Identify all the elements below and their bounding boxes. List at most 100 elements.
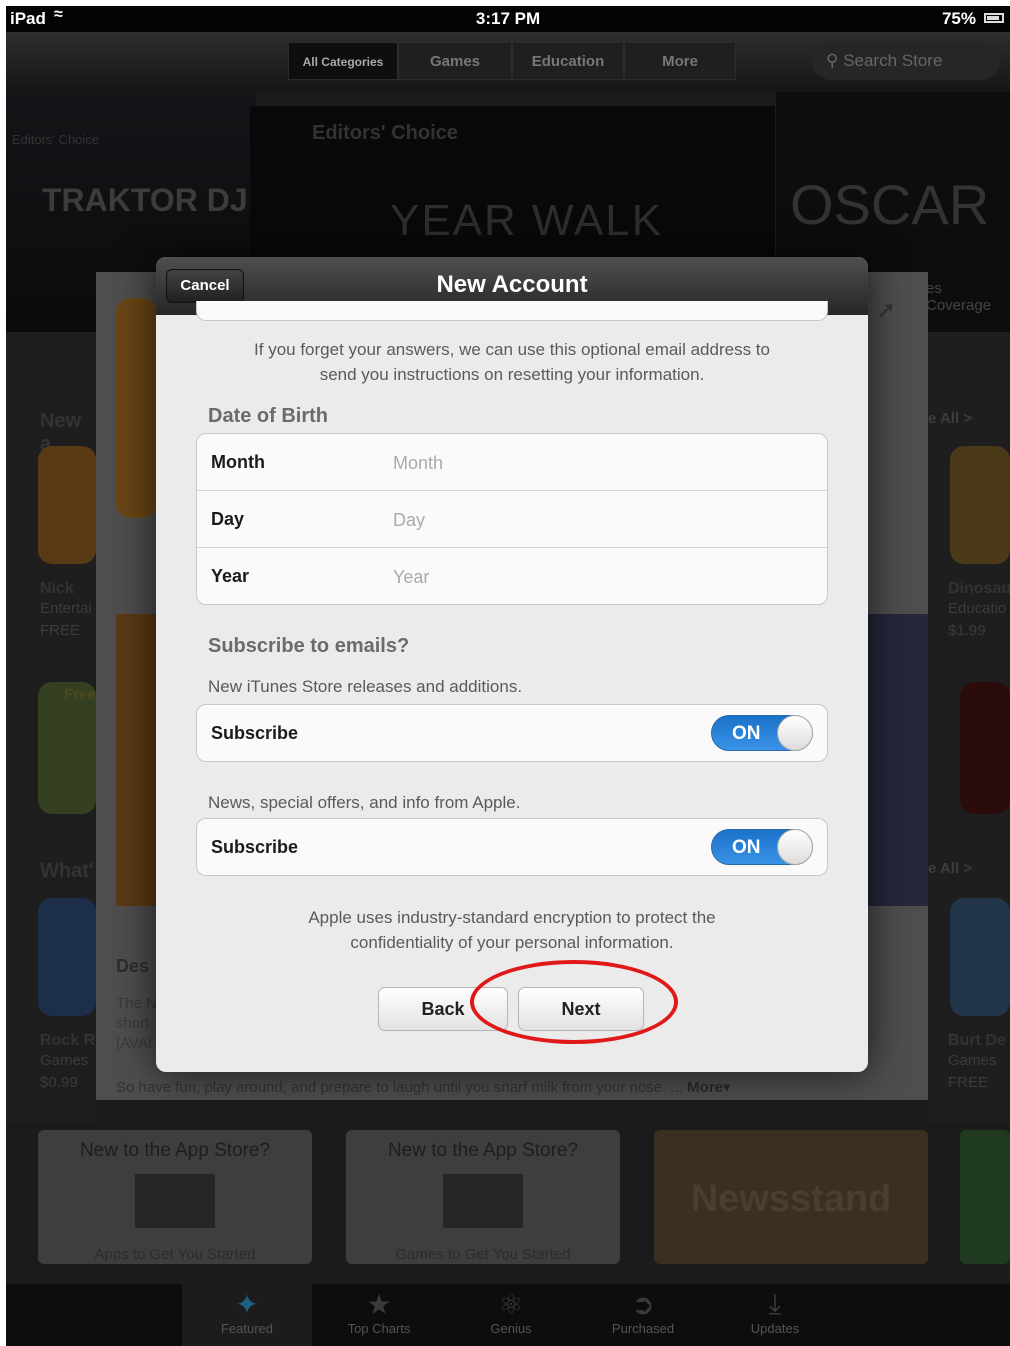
left-background-column: New a Nick Entertai FREE Free What' Rock… xyxy=(6,332,96,1122)
banner-editors-choice-title: Editors' Choice xyxy=(312,122,458,144)
privacy-line-1: Apple uses industry-standard encryption … xyxy=(308,908,716,927)
day-field[interactable] xyxy=(391,505,795,535)
email-help-line-1: If you forget your answers, we can use t… xyxy=(254,340,770,359)
whats-section-label: What' xyxy=(40,860,94,882)
battery-icon xyxy=(984,13,1004,23)
tab-top-charts[interactable]: ★ Top Charts xyxy=(314,1284,444,1346)
more-chevron-icon: ▾ xyxy=(723,1079,731,1096)
banner-year-walk-title: YEAR WALK xyxy=(390,196,664,245)
featured-icon: ✦ xyxy=(235,1289,259,1320)
see-all-link-1[interactable]: e All > xyxy=(928,410,972,427)
tab-genius[interactable]: ⚛ Genius xyxy=(446,1284,576,1346)
app-icon-dinosaur[interactable] xyxy=(950,446,1010,564)
promo-newsstand[interactable]: Newsstand xyxy=(654,1130,928,1264)
promo-games-image xyxy=(443,1174,523,1228)
free-tag: Free xyxy=(64,686,96,703)
app-name-dinosaur: Dinosau xyxy=(948,580,1010,597)
promo-games-subtitle: Games to Get You Started xyxy=(395,1246,571,1263)
tab-purchased-label: Purchased xyxy=(611,1321,675,1336)
segment-all-categories[interactable]: All Categories xyxy=(288,42,398,80)
app-icon-rock[interactable] xyxy=(38,898,96,1016)
app-price-rock: $0.99 xyxy=(40,1074,78,1091)
ipad-screen: iPad ≈ 3:17 PM 75% All Categories Games … xyxy=(6,6,1010,1346)
share-icon[interactable]: ➚ xyxy=(876,296,896,325)
app-price-nick: FREE xyxy=(40,622,81,639)
download-icon: ⤓ xyxy=(768,1288,782,1319)
app-genre-nick: Entertai xyxy=(40,600,92,617)
email-help-text: If you forget your answers, we can use t… xyxy=(156,337,868,387)
tab-purchased[interactable]: ➲ Purchased xyxy=(578,1284,708,1346)
subscribe-itunes-group: Subscribe ON xyxy=(196,704,828,762)
segment-education[interactable]: Education xyxy=(512,42,624,80)
toggle-on-label: ON xyxy=(732,723,761,744)
promo-games[interactable]: New to the App Store? Games to Get You S… xyxy=(346,1130,620,1264)
promo-apps[interactable]: New to the App Store? Apps to Get You St… xyxy=(38,1130,312,1264)
app-price-dinosaur: $1.99 xyxy=(948,622,986,639)
privacy-text: Apple uses industry-standard encryption … xyxy=(156,905,868,955)
app-name-burt: Burt De xyxy=(948,1032,1006,1049)
search-placeholder: Search Store xyxy=(843,51,943,70)
year-field[interactable] xyxy=(391,562,795,592)
subscribe-itunes-label: Subscribe xyxy=(211,723,299,743)
description-snippet: The N short [AVAI xyxy=(116,995,156,1052)
toggle-knob xyxy=(777,715,813,751)
app-name-nick: Nick xyxy=(40,580,74,597)
search-icon: ⚲ xyxy=(826,51,839,70)
banner-traktor-title: TRAKTOR DJ xyxy=(42,182,248,218)
app-genre-burt: Games xyxy=(948,1052,997,1069)
more-link[interactable]: More xyxy=(687,1079,723,1096)
app-name-rock: Rock R xyxy=(40,1032,96,1049)
subscribe-itunes-toggle[interactable]: ON xyxy=(711,715,813,751)
screenshot-thumb-right xyxy=(868,614,928,906)
apple-note: News, special offers, and info from Appl… xyxy=(208,793,521,812)
subscribe-apple-toggle[interactable]: ON xyxy=(711,829,813,865)
subscribe-apple-group: Subscribe ON xyxy=(196,818,828,876)
category-segmented-control: All Categories Games Education More xyxy=(288,42,736,80)
banner-editors-choice-label: Editors' Choice xyxy=(12,132,100,147)
promo-partial[interactable] xyxy=(960,1130,1010,1264)
store-toolbar: All Categories Games Education More ⚲ Se… xyxy=(6,32,1010,92)
app-icon-el[interactable] xyxy=(960,682,1010,814)
subscribe-apple-row: Subscribe ON xyxy=(197,819,827,875)
segment-games[interactable]: Games xyxy=(398,42,512,80)
app-price-burt: FREE xyxy=(948,1074,989,1091)
promo-apps-image xyxy=(135,1174,215,1228)
year-label: Year xyxy=(211,566,250,586)
tab-featured-label: Featured xyxy=(220,1321,274,1336)
search-field[interactable]: ⚲ Search Store xyxy=(812,42,1000,80)
itunes-note: New iTunes Store releases and additions. xyxy=(208,677,523,696)
tab-featured[interactable]: ✦ Featured xyxy=(182,1284,312,1346)
dob-row-day[interactable]: Day xyxy=(197,491,827,548)
promo-apps-title: New to the App Store? xyxy=(79,1140,271,1161)
tab-genius-label: Genius xyxy=(490,1321,532,1336)
app-icon-nick[interactable] xyxy=(38,446,96,564)
description-footer: So have fun, play around, and prepare to… xyxy=(116,1078,731,1096)
segment-more[interactable]: More xyxy=(624,42,736,80)
tab-updates[interactable]: ⤓ Updates xyxy=(710,1284,840,1346)
dob-row-year[interactable]: Year xyxy=(197,548,827,604)
dob-group: Month Day Year xyxy=(196,433,828,605)
promo-games-title: New to the App Store? xyxy=(387,1140,579,1161)
banner-coverage-label: es Coverage xyxy=(926,280,992,314)
app-genre-rock: Games xyxy=(40,1052,89,1069)
day-label: Day xyxy=(211,509,245,529)
email-help-line-2: send you instructions on resetting your … xyxy=(319,365,705,384)
clock: 3:17 PM xyxy=(475,9,541,28)
dob-label: Date of Birth xyxy=(208,405,328,427)
month-label: Month xyxy=(211,452,265,472)
dob-row-month[interactable]: Month xyxy=(197,434,827,491)
description-heading: Des xyxy=(116,956,150,976)
see-all-link-2[interactable]: e All > xyxy=(928,860,972,877)
tab-bar: ✦ Featured ★ Top Charts ⚛ Genius ➲ Purch… xyxy=(6,1284,1010,1346)
subscribe-heading: Subscribe to emails? xyxy=(208,635,410,657)
screenshot-thumb-left xyxy=(116,614,156,906)
app-icon-burt[interactable] xyxy=(950,898,1010,1016)
promo-apps-subtitle: Apps to Get You Started xyxy=(94,1246,256,1263)
month-field[interactable] xyxy=(391,448,795,478)
app-genre-dinosaur: Educatio xyxy=(948,600,1007,617)
banner-oscar-title: OSCAR xyxy=(790,173,990,236)
app-detail-icon xyxy=(116,298,156,518)
toggle-on-label: ON xyxy=(732,837,761,858)
tab-updates-label: Updates xyxy=(750,1321,800,1336)
app-icon-free[interactable]: Free xyxy=(38,682,96,814)
